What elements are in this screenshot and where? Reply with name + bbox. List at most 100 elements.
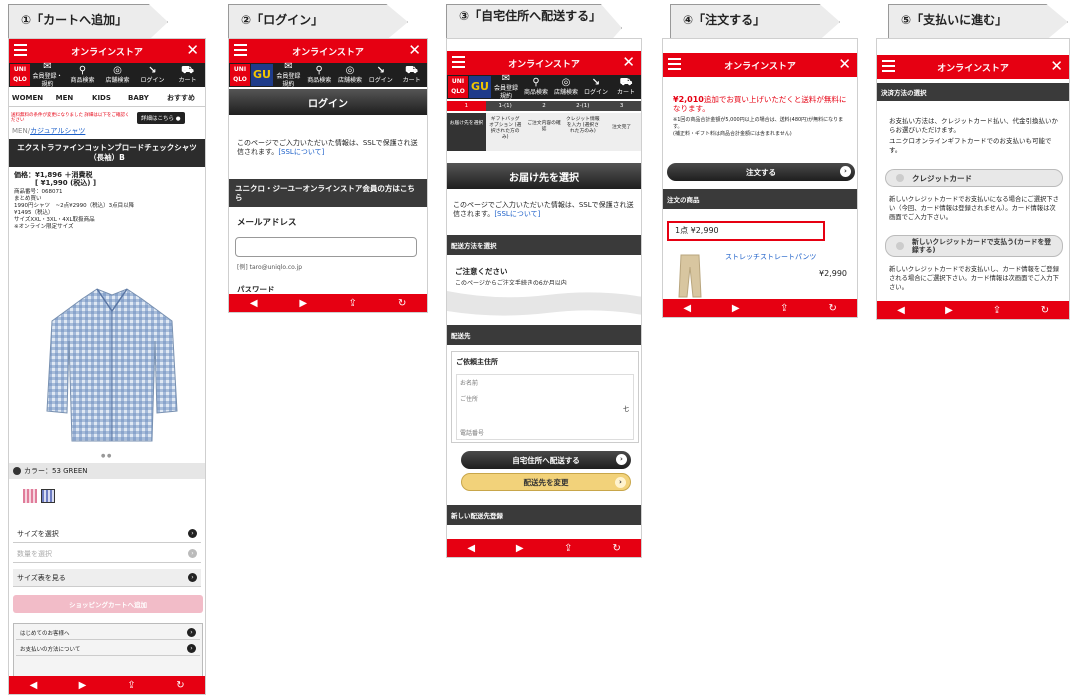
color-swatch-green[interactable] [41,489,55,503]
caution-text: このページからご注文手続きの6か月以内 [455,280,567,285]
gu-logo[interactable]: GU [251,64,273,86]
cart-icon[interactable]: ⛟ カート [611,77,641,97]
register-icon[interactable]: ✉ 会員登録 規約 [491,73,521,101]
step-callout-5: ⑤「支払いに進む」 [888,4,1068,40]
store-icon[interactable]: ◎ 店舗検索 [335,65,366,85]
close-icon[interactable]: ✕ [622,53,635,71]
bottom-toolbar: ◀ ▶ ⇪ ↻ [447,539,641,557]
uniqlo-logo[interactable]: UNI QLO [448,76,468,98]
screen-payment: オンラインストア ✕ 決済方法の選択 お支払い方法は、クレジットカード払い、代金… [876,38,1070,320]
step-label: ①「カートへ追加」 [21,13,128,27]
forward-icon[interactable]: ▶ [510,543,530,554]
page-title: ログイン [229,89,427,115]
cart-icon[interactable]: ⛟ カート [170,65,205,85]
share-icon[interactable]: ⇪ [122,680,142,691]
new-card-option[interactable]: 新しいクレジットカードで支払う(カードを登録する) [885,235,1063,257]
notice-button[interactable]: 詳細はこちら ● [137,112,185,124]
payment-intro: お支払い方法は、クレジットカード払い、代金引換払いからお選びいただけます。 [889,117,1058,134]
forward-icon[interactable]: ▶ [73,680,93,691]
header-title: オンラインストア [937,63,1009,74]
back-icon[interactable]: ◀ [24,680,44,691]
select-quantity[interactable]: 数量を選択 › [13,545,201,563]
tab-credit: クレジット情報を入力 (選択された方のみ) [563,113,603,151]
credit-card-option[interactable]: クレジットカード [885,169,1063,187]
help-payment[interactable]: お支払いの方法について › [16,642,200,656]
member-heading: ユニクロ・ジーユーオンラインストア会員の方はこちら [229,179,427,207]
shipping-method-heading: 配送方法を選択 [447,235,641,255]
chevron-right-icon: › [616,454,627,465]
new-destination-heading: 新しい配送先登録 [447,505,641,525]
uniqlo-logo[interactable]: UNI QLO [10,64,30,86]
back-icon[interactable]: ◀ [677,303,697,314]
login-icon[interactable]: ↘ ログイン [581,77,611,97]
back-icon[interactable]: ◀ [461,543,481,554]
gu-logo[interactable]: GU [469,76,491,98]
login-icon[interactable]: ↘ ログイン [135,65,170,85]
back-icon[interactable]: ◀ [244,298,264,309]
reload-icon[interactable]: ↻ [607,543,627,554]
category-tabs: WOMEN MEN KIDS BABY おすすめ [9,89,205,107]
color-row: カラー：53 GREEN [9,463,205,479]
reload-icon[interactable]: ↻ [823,303,843,314]
share-icon[interactable]: ⇪ [987,305,1007,316]
search-icon[interactable]: ⚲ 商品検索 [304,65,335,85]
close-icon[interactable]: ✕ [408,41,421,59]
reload-icon[interactable]: ↻ [392,298,412,309]
price-line2: [ ¥1,990 (税込) ] [35,179,97,187]
uniqlo-logo[interactable]: UNI QLO [230,64,250,86]
tab-men[interactable]: MEN [46,89,83,106]
close-icon[interactable]: ✕ [838,55,851,73]
menu-icon[interactable] [14,44,27,57]
cart-icon[interactable]: ⛟ カート [396,65,427,85]
forward-icon[interactable]: ▶ [293,298,313,309]
close-icon[interactable]: ✕ [1050,57,1063,75]
screen-order: オンラインストア ✕ ¥2,010追加でお買い上げいただくと送料が無料になります… [662,38,858,318]
forward-icon[interactable]: ▶ [939,305,959,316]
deliver-home-button[interactable]: 自宅住所へ配送する › [461,451,631,469]
header-title: オンラインストア [71,47,143,58]
pants-thumbnail[interactable] [675,253,705,299]
back-icon[interactable]: ◀ [891,305,911,316]
order-count-total: 1点 ¥2,990 [667,221,825,241]
menu-icon[interactable] [452,56,465,69]
login-icon[interactable]: ↘ ログイン [365,65,396,85]
order-button[interactable]: 注文する › [667,163,855,181]
chevron-right-icon: › [840,166,851,177]
reload-icon[interactable]: ↻ [171,680,191,691]
tab-recommend[interactable]: おすすめ [157,89,205,106]
chevron-icon: › [188,573,197,582]
bottom-toolbar: ◀ ▶ ⇪ ↻ [663,299,857,317]
menu-icon[interactable] [234,44,247,57]
tab-women[interactable]: WOMEN [9,89,46,106]
register-icon[interactable]: ✉ 会員登録・規約 [30,61,65,89]
tab-kids[interactable]: KIDS [83,89,120,106]
ssl-link[interactable]: [SSLについて] [278,148,324,156]
help-first-time[interactable]: はじめてのお客様へ › [16,626,200,640]
reload-icon[interactable]: ↻ [1035,305,1055,316]
share-icon[interactable]: ⇪ [774,303,794,314]
menu-icon[interactable] [668,58,681,71]
ssl-link[interactable]: [SSLについて] [494,210,540,218]
search-icon[interactable]: ⚲ 商品検索 [521,77,551,97]
store-icon[interactable]: ◎ 店舗検索 [551,77,581,97]
forward-icon[interactable]: ▶ [726,303,746,314]
size-chart-link[interactable]: サイズ表を見る › [13,569,201,587]
menu-icon[interactable] [882,60,895,73]
register-icon[interactable]: ✉ 会員登録 規約 [273,61,304,89]
color-swatch-red[interactable] [23,489,37,503]
close-icon[interactable]: ✕ [186,41,199,59]
tab-baby[interactable]: BABY [120,89,157,106]
app-header: オンラインストア ✕ [447,51,641,75]
store-icon[interactable]: ◎ 店舗検索 [100,65,135,85]
select-size[interactable]: サイズを選択 › [13,525,201,543]
share-icon[interactable]: ⇪ [343,298,363,309]
search-icon[interactable]: ⚲ 商品検索 [65,65,100,85]
add-to-cart-button[interactable]: ショッピングカートへ追加 [13,595,203,613]
change-destination-button[interactable]: 配送先を変更 › [461,473,631,491]
item-name[interactable]: ストレッチストレートパンツ [725,253,816,262]
share-icon[interactable]: ⇪ [558,543,578,554]
bottom-toolbar: ◀ ▶ ⇪ ↻ [877,301,1069,319]
breadcrumb-link[interactable]: カジュアルシャツ [30,127,85,135]
product-image[interactable] [37,281,187,451]
email-input[interactable] [235,237,417,257]
